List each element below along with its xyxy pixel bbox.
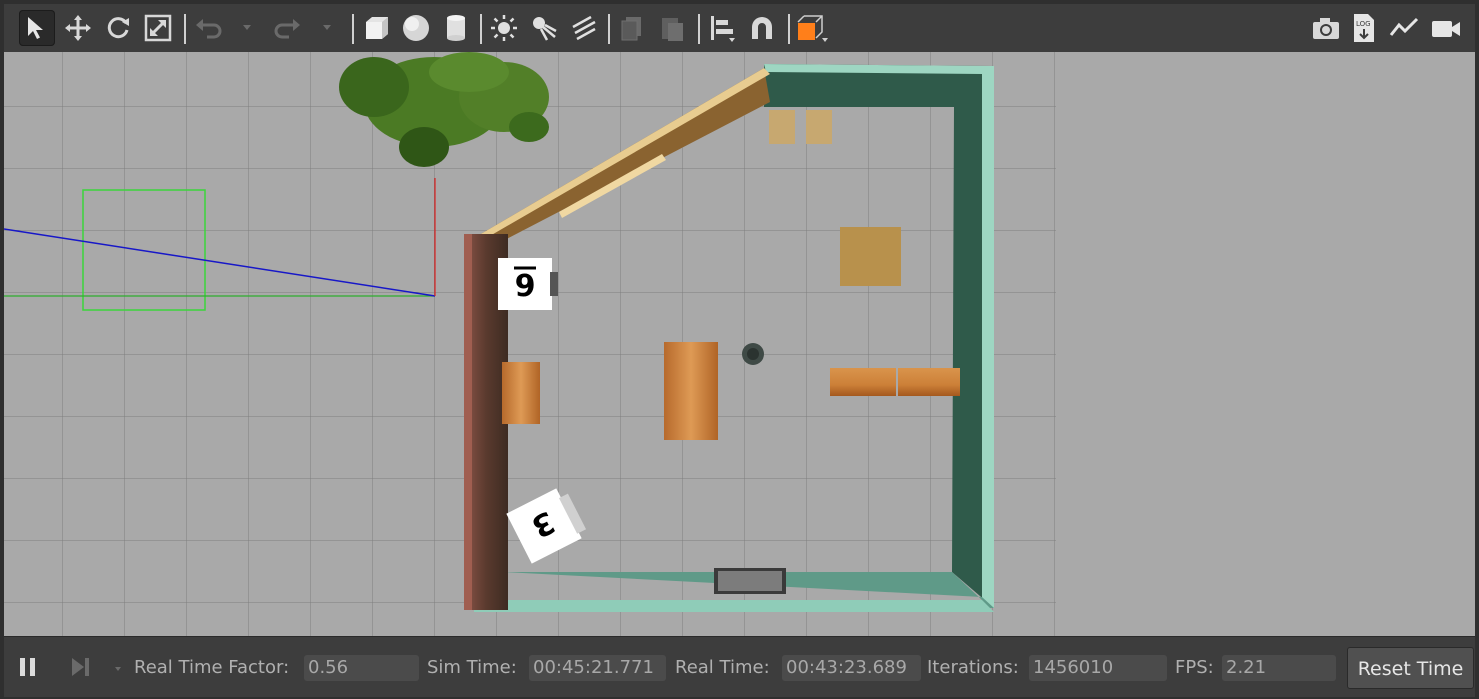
record-video-button[interactable] (1428, 10, 1464, 46)
redo-button[interactable] (270, 10, 306, 46)
redo-icon (274, 19, 300, 39)
scene-viewport[interactable]: 6 3 (4, 52, 1475, 636)
pause-icon (20, 658, 35, 676)
box-shape-icon (366, 17, 388, 39)
video-camera-icon (1432, 21, 1460, 37)
copy-icon (621, 17, 641, 41)
toolbar-separator (352, 14, 354, 44)
cardboard-box (840, 227, 901, 286)
toolbar-separator (788, 14, 790, 44)
status-bar: Real Time Factor: 0.56 Sim Time: 00:45:2… (4, 636, 1475, 697)
pause-button[interactable] (10, 649, 46, 685)
step-button[interactable] (62, 649, 98, 685)
step-dropdown-icon[interactable] (115, 667, 121, 671)
log-file-icon: LOG (1354, 14, 1374, 42)
insert-directional-light-button[interactable] (566, 10, 602, 46)
view-angle-button[interactable] (794, 10, 830, 46)
cursor-arrow-icon (28, 17, 43, 39)
reset-time-button[interactable]: Reset Time (1347, 647, 1474, 689)
iterations-label: Iterations: (927, 657, 1019, 678)
spot-light-icon (533, 17, 557, 41)
paste-icon (662, 18, 683, 41)
scale-mode-button[interactable] (140, 10, 176, 46)
magnet-icon (752, 17, 772, 39)
sun-light-icon (491, 15, 517, 41)
move-arrows-icon (65, 15, 91, 41)
plot-button[interactable] (1386, 10, 1422, 46)
wooden-shelf-1 (830, 368, 896, 396)
step-forward-icon (72, 658, 89, 676)
line-chart-icon (1389, 17, 1419, 36)
translate-mode-button[interactable] (60, 10, 96, 46)
insert-point-light-button[interactable] (486, 10, 522, 46)
redo-dropdown-icon[interactable] (322, 22, 332, 32)
real-time-factor-label: Real Time Factor: (134, 657, 290, 678)
copy-button[interactable] (614, 10, 650, 46)
sim-time-label: Sim Time: (427, 657, 517, 678)
insert-box-button[interactable] (358, 10, 394, 46)
insert-cylinder-button[interactable] (438, 10, 474, 46)
real-time-factor-value: 0.56 (304, 655, 419, 681)
undo-button[interactable] (190, 10, 226, 46)
gazebo-window: LOG 6 3 Real Time Factor: 0.56 Sim Time:… (0, 0, 1479, 699)
paste-button[interactable] (654, 10, 690, 46)
toolbar-separator (698, 14, 700, 44)
undo-dropdown-icon[interactable] (242, 22, 252, 32)
scene-render: 6 3 (4, 52, 1056, 636)
select-mode-button[interactable] (19, 10, 55, 46)
toolbar-separator (480, 14, 482, 44)
undo-icon (196, 19, 222, 39)
sphere-shape-icon (403, 15, 429, 41)
main-toolbar: LOG (4, 4, 1475, 53)
wooden-cabinet-left (502, 362, 540, 424)
crate-1 (769, 110, 795, 144)
log-button[interactable]: LOG (1346, 10, 1382, 46)
scale-icon (144, 14, 172, 42)
real-time-label: Real Time: (675, 657, 770, 678)
wooden-table (664, 342, 718, 440)
crate-2 (806, 110, 832, 144)
toolbar-separator (184, 14, 186, 44)
fps-label: FPS: (1175, 657, 1214, 678)
align-button[interactable] (704, 10, 740, 46)
marker-cube-6-label: 6 (515, 266, 536, 301)
marker-cube-6: 6 (498, 258, 558, 310)
insert-sphere-button[interactable] (398, 10, 434, 46)
camera-icon (1313, 18, 1339, 39)
insert-spot-light-button[interactable] (526, 10, 562, 46)
rotate-icon (107, 17, 129, 39)
iterations-value: 1456010 (1029, 655, 1167, 681)
view-cube-icon (797, 15, 828, 42)
align-left-icon (711, 16, 735, 42)
fps-value: 2.21 (1222, 655, 1336, 681)
snap-button[interactable] (744, 10, 780, 46)
directional-light-icon (572, 15, 596, 41)
rotate-mode-button[interactable] (100, 10, 136, 46)
wooden-shelf-2 (898, 368, 960, 396)
log-icon-text: LOG (1356, 20, 1371, 28)
toolbar-separator (608, 14, 610, 44)
real-time-value: 00:43:23.689 (782, 655, 921, 681)
screenshot-button[interactable] (1308, 10, 1344, 46)
sim-time-value: 00:45:21.771 (529, 655, 666, 681)
cylinder-shape-icon (447, 15, 465, 41)
